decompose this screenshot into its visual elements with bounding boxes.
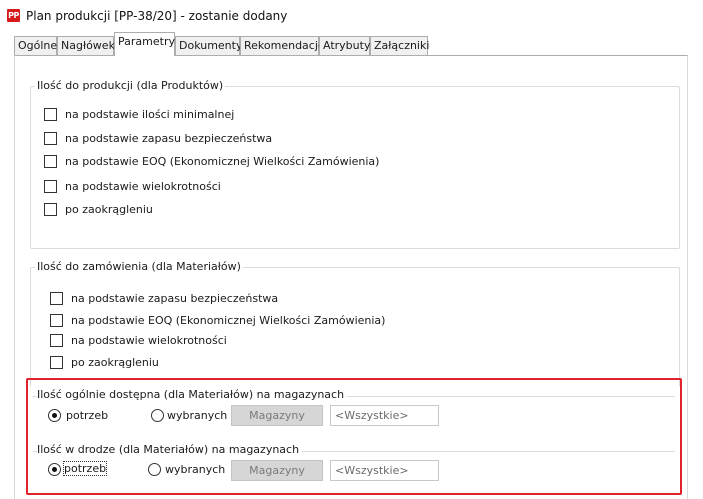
- order-quantity-group: Ilość do zamówienia (dla Materiałów): [30, 260, 680, 387]
- tab-naglowek[interactable]: Nagłówek: [57, 36, 115, 55]
- tab-ogolne[interactable]: Ogólne: [14, 36, 57, 55]
- checkbox-label: na podstawie zapasu bezpieczeństwa: [65, 132, 273, 145]
- tab-parametry[interactable]: Parametry: [114, 32, 175, 56]
- checkbox[interactable]: [44, 108, 57, 121]
- tab-zalaczniki[interactable]: Załączniki: [370, 36, 429, 55]
- checkbox[interactable]: [44, 132, 57, 145]
- available-radio-selected[interactable]: [151, 409, 164, 422]
- order-group-legend: Ilość do zamówienia (dla Materiałów): [35, 260, 243, 273]
- transit-warehouses-button[interactable]: Magazyny: [231, 460, 323, 481]
- checkbox-label: na podstawie wielokrotności: [65, 180, 221, 193]
- tab-dokumenty[interactable]: Dokumenty: [175, 36, 242, 55]
- transit-radio-selected-label: wybranych: [165, 463, 226, 476]
- order-option-eoq[interactable]: na podstawie EOQ (Ekonomicznej Wielkości…: [50, 314, 385, 327]
- order-option-multiple[interactable]: na podstawie wielokrotności: [50, 334, 227, 347]
- production-option-rounding[interactable]: po zaokrągleniu: [44, 203, 153, 216]
- production-option-multiple[interactable]: na podstawie wielokrotności: [44, 180, 221, 193]
- order-option-safety-stock[interactable]: na podstawie zapasu bezpieczeństwa: [50, 292, 278, 305]
- production-option-eoq[interactable]: na podstawie EOQ (Ekonomicznej Wielkości…: [44, 155, 379, 168]
- order-option-rounding[interactable]: po zaokrągleniu: [50, 356, 159, 369]
- tab-rekomendacje[interactable]: Rekomendacje: [240, 36, 325, 55]
- available-radio-selected-label: wybranych: [167, 409, 228, 422]
- checkbox-label: po zaokrągleniu: [65, 203, 153, 216]
- window-titlebar: PP Plan produkcji [PP-38/20] - zostanie …: [0, 0, 703, 30]
- checkbox[interactable]: [44, 203, 57, 216]
- transit-group-legend: Ilość w drodze (dla Materiałów) na magaz…: [37, 443, 303, 456]
- available-radio-needs[interactable]: [48, 409, 61, 422]
- production-option-minimum[interactable]: na podstawie ilości minimalnej: [44, 108, 234, 121]
- production-group-legend: Ilość do produkcji (dla Produktów): [35, 79, 226, 92]
- checkbox[interactable]: [50, 292, 63, 305]
- available-warehouses-button[interactable]: Magazyny: [231, 405, 323, 426]
- transit-radio-needs[interactable]: [48, 463, 61, 476]
- checkbox[interactable]: [44, 155, 57, 168]
- transit-warehouses-field[interactable]: <Wszystkie>: [330, 460, 439, 481]
- checkbox-label: na podstawie wielokrotności: [71, 334, 227, 347]
- transit-radio-needs-label: potrzeb: [62, 461, 108, 476]
- tab-atrybuty[interactable]: Atrybuty: [319, 36, 370, 55]
- transit-radio-selected[interactable]: [148, 463, 161, 476]
- checkbox-label: na podstawie EOQ (Ekonomicznej Wielkości…: [65, 155, 380, 168]
- checkbox-label: na podstawie zapasu bezpieczeństwa: [71, 292, 279, 305]
- checkbox[interactable]: [50, 314, 63, 327]
- window-title: Plan produkcji [PP-38/20] - zostanie dod…: [26, 9, 288, 23]
- checkbox[interactable]: [50, 334, 63, 347]
- production-option-safety-stock[interactable]: na podstawie zapasu bezpieczeństwa: [44, 132, 272, 145]
- checkbox[interactable]: [44, 180, 57, 193]
- available-group-legend: Ilość ogólnie dostępna (dla Materiałów) …: [37, 388, 348, 401]
- checkbox[interactable]: [50, 356, 63, 369]
- checkbox-label: na podstawie EOQ (Ekonomicznej Wielkości…: [71, 314, 386, 327]
- app-logo-icon: PP: [7, 9, 20, 22]
- checkbox-label: na podstawie ilości minimalnej: [65, 108, 235, 121]
- checkbox-label: po zaokrągleniu: [71, 356, 159, 369]
- tab-bar: Ogólne Nagłówek Parametry Dokumenty Reko…: [0, 32, 690, 56]
- available-radio-needs-label: potrzeb: [66, 409, 109, 422]
- available-warehouses-field[interactable]: <Wszystkie>: [330, 405, 439, 426]
